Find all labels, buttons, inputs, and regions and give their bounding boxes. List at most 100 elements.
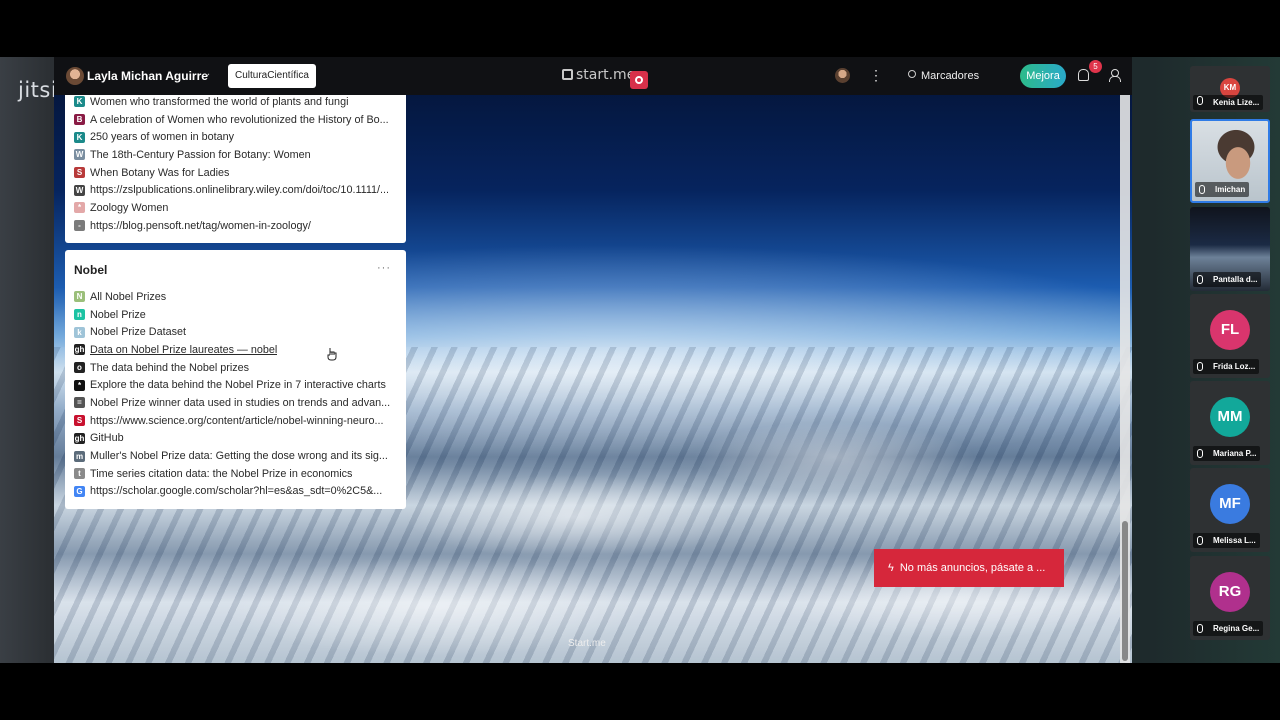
bell-icon[interactable] (1078, 69, 1089, 81)
bookmark-item[interactable]: K 250 years of women in botany (74, 128, 400, 146)
bookmark-item[interactable]: Ghttps://scholar.google.com/scholar?hl=e… (74, 483, 400, 501)
participant-avatar: MM (1210, 397, 1250, 437)
bookmark-item[interactable]: gh GitHub (74, 430, 400, 448)
footer-label[interactable]: Start.me (568, 638, 606, 649)
chevron-down-icon[interactable]: ⌄ (203, 68, 211, 79)
jitsi-logo: jitsi (18, 78, 58, 102)
bookmark-item[interactable]: K Women who transformed the world of plan… (74, 93, 400, 111)
bookmark-label: A celebration of Women who revolutionize… (90, 113, 389, 126)
participant-avatar: MF (1210, 484, 1250, 524)
favicon-icon: G (74, 485, 85, 497)
favicon-icon: gh (74, 344, 85, 356)
bookmark-label: Muller's Nobel Prize data: Getting the d… (90, 450, 388, 463)
participant-name: Melissa L... (1193, 533, 1260, 548)
favicon-icon: W (74, 149, 85, 161)
bookmark-list: N All Nobel Prizes n Nobel Prize k Nobel Priz… (74, 288, 400, 500)
user-avatar[interactable] (66, 67, 84, 85)
bookmark-item[interactable]: S When Botany Was for Ladies (74, 164, 400, 182)
bookmark-label: Women who transformed the world of plant… (90, 95, 349, 108)
bookmark-label: The 18th-Century Passion for Botany: Wom… (90, 148, 311, 161)
favicon-icon: B (74, 114, 85, 126)
bookmark-label: Explore the data behind the Nobel Prize … (90, 379, 386, 392)
favicon-icon: N (74, 291, 85, 303)
bookmark-label: All Nobel Prizes (90, 290, 167, 303)
bookmark-item[interactable]: gh Data on Nobel Prize laureates — nobel (74, 341, 400, 359)
profile-icon[interactable] (1109, 69, 1121, 82)
participant-name: Regina Ge... (1193, 621, 1264, 636)
more-options-icon[interactable]: ⋮ (869, 67, 883, 84)
mic-muted-icon (1197, 536, 1203, 545)
widget-menu-icon[interactable]: ··· (377, 262, 391, 274)
bookmarks-search[interactable]: Marcadores (921, 70, 979, 82)
bookmark-label: https://www.science.org/content/article/… (90, 414, 384, 427)
search-icon[interactable] (908, 70, 916, 78)
participant-tile[interactable]: FL Frida Loz... (1190, 294, 1270, 378)
bookmark-item[interactable]: k Nobel Prize Dataset (74, 323, 400, 341)
participant-tile[interactable]: lmichan (1190, 119, 1270, 203)
bookmark-item[interactable]: Shttps://www.science.org/content/article… (74, 412, 400, 430)
bookmark-label: GitHub (90, 432, 124, 445)
startme-topbar: Layla Michan Aguirre ⌄ CulturaCientífica… (54, 57, 1132, 95)
bookmark-label: Time series citation data: the Nobel Pri… (90, 467, 353, 480)
bookmark-label: Nobel Prize Dataset (90, 326, 187, 339)
bookmark-item[interactable]: - https://blog.pensoft.net/tag/women-in-z… (74, 217, 400, 235)
participant-name: Kenia Lize... (1193, 95, 1264, 110)
favicon-icon: t (74, 468, 85, 480)
bookmark-label: When Botany Was for Ladies (90, 166, 230, 179)
mic-muted-icon (1197, 449, 1203, 458)
bookmark-item[interactable]: B A celebration of Women who revolutioniz… (74, 111, 400, 129)
favicon-icon: K (74, 131, 85, 143)
participant-tile[interactable]: MF Melissa L... (1190, 468, 1270, 552)
participant-tile[interactable]: Pantalla d... (1190, 207, 1270, 291)
bookmark-item[interactable]: * Explore the data behind the Nobel Prize… (74, 376, 400, 394)
bookmark-label: https://zslpublications.onlinelibrary.wi… (90, 184, 390, 197)
bookmark-label: 250 years of women in botany (90, 131, 235, 144)
favicon-icon: n (74, 309, 85, 321)
startme-logo-text: start.me (576, 67, 636, 83)
favicon-icon: k (74, 326, 85, 338)
bookmark-list: K Women who transformed the world of plan… (74, 93, 400, 235)
page-selector-button[interactable]: CulturaCientífica (228, 64, 316, 88)
participant-tile[interactable]: MM Mariana P... (1190, 381, 1270, 465)
bookmark-label: Nobel Prize (90, 308, 146, 321)
bookmark-widget-nobel: Nobel ··· N All Nobel Prizes n Nobel Prize k… (65, 250, 406, 509)
favicon-icon: K (74, 96, 85, 108)
participant-avatar: FL (1210, 310, 1250, 350)
user-name[interactable]: Layla Michan Aguirre (87, 69, 208, 83)
bookmark-item[interactable]: N All Nobel Prizes (74, 288, 400, 306)
bookmark-label: Nobel Prize winner data used in studies … (90, 396, 391, 409)
bookmark-item[interactable]: n Nobel Prize (74, 306, 400, 324)
bookmark-item[interactable]: Whttps://zslpublications.onlinelibrary.w… (74, 181, 400, 199)
favicon-icon: gh (74, 432, 85, 444)
favicon-icon: * (74, 379, 85, 391)
bolt-icon: ϟ (888, 562, 894, 574)
bookmark-item[interactable]: * Zoology Women (74, 199, 400, 217)
participant-name: Pantalla d... (1193, 272, 1262, 287)
bookmark-item[interactable]: t Time series citation data: the Nobel Pr… (74, 465, 400, 483)
favicon-icon: - (74, 220, 85, 232)
favicon-icon: m (74, 450, 85, 462)
bookmark-label: Data on Nobel Prize laureates — nobel (90, 343, 278, 356)
bookmark-item[interactable]: m Muller's Nobel Prize data: Getting the … (74, 447, 400, 465)
participant-avatar: RG (1210, 572, 1250, 612)
record-icon[interactable] (630, 71, 648, 89)
participant-tile[interactable]: KM Kenia Lize... (1190, 66, 1270, 112)
bookmark-item[interactable]: o The data behind the Nobel prizes (74, 359, 400, 377)
bookmark-item[interactable]: W The 18th-Century Passion for Botany: Wo… (74, 146, 400, 164)
participant-tile[interactable]: RG Regina Ge... (1190, 556, 1270, 640)
bookmark-item[interactable]: = Nobel Prize winner data used in studies… (74, 394, 400, 412)
scrollbar-thumb[interactable] (1122, 521, 1128, 661)
upgrade-button[interactable]: Mejora (1020, 64, 1066, 88)
favicon-icon: o (74, 362, 85, 374)
account-avatar[interactable] (835, 68, 850, 83)
shared-screen: Layla Michan Aguirre ⌄ CulturaCientífica… (54, 57, 1132, 663)
mic-muted-icon (1197, 624, 1203, 633)
no-ads-button[interactable]: ϟ No más anuncios, pásate a ... (874, 549, 1064, 587)
bookmark-label: Zoology Women (90, 201, 169, 214)
startme-logo[interactable]: start.me (562, 67, 635, 83)
bookmark-widget-women: K Women who transformed the world of plan… (65, 95, 406, 243)
favicon-icon: * (74, 202, 85, 214)
favicon-icon: S (74, 167, 85, 179)
mic-muted-icon (1197, 96, 1203, 105)
favicon-icon: W (74, 184, 85, 196)
